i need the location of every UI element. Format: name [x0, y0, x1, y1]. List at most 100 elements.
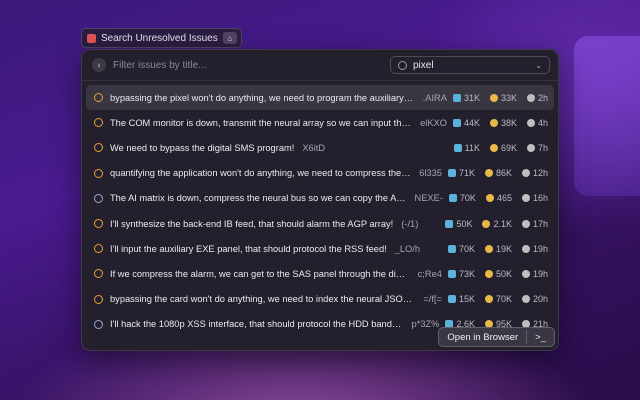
- issue-row[interactable]: We need to bypass the digital SMS progra…: [86, 135, 554, 160]
- issue-meta: 50K 2.1K 17h: [445, 219, 548, 229]
- issue-row[interactable]: I'll synthesize the back-end IB feed, th…: [86, 211, 554, 236]
- reaction-icon: [447, 295, 456, 304]
- reaction-icon: [452, 118, 461, 127]
- reactions-count: 73K: [458, 268, 475, 279]
- users-stat: 86K: [484, 168, 512, 178]
- users-count: 465: [496, 193, 512, 204]
- more-actions-button[interactable]: >_: [529, 330, 552, 344]
- issue-age: 4h: [537, 117, 548, 128]
- issue-meta: 73K 50K 19h: [447, 268, 548, 279]
- issue-title-group: quantifying the application won't do any…: [110, 168, 442, 178]
- users-stat: 465: [485, 193, 512, 204]
- age-stat: 7h: [526, 143, 548, 153]
- users-count: 50K: [495, 268, 512, 279]
- issue-tag: 6l335: [419, 168, 442, 179]
- issue-row[interactable]: The AI matrix is down, compress the neur…: [86, 186, 554, 211]
- users-stat: 2.1K: [482, 219, 512, 229]
- search-input[interactable]: [113, 59, 383, 71]
- status-circle-icon: [94, 118, 103, 128]
- reactions-stat: 31K: [452, 93, 480, 103]
- user-icon: [489, 143, 498, 152]
- reaction-icon: [447, 244, 456, 253]
- issue-meta: 71K 86K 12h: [447, 168, 548, 179]
- age-stat: 19h: [521, 243, 548, 254]
- status-circle-icon: [94, 319, 103, 329]
- background-decoration: [574, 36, 640, 196]
- action-bar: Open in Browser >_: [438, 327, 555, 347]
- age-stat: 20h: [521, 294, 548, 305]
- status-circle-icon: [94, 168, 103, 178]
- age-stat: 4h: [526, 117, 548, 128]
- command-title-pill: Search Unresolved Issues ⌂: [81, 28, 242, 48]
- clock-icon: [521, 169, 530, 178]
- issue-row[interactable]: bypassing the card won't do anything, we…: [86, 287, 554, 312]
- open-in-browser-button[interactable]: Open in Browser: [441, 330, 524, 344]
- age-stat: 19h: [521, 269, 548, 279]
- status-circle-icon: [94, 193, 103, 203]
- search-bar: ‹ pixel ⌄: [82, 50, 558, 81]
- issue-tag: =/f[=: [423, 294, 442, 305]
- issue-meta: 31K 33K 2h: [452, 92, 548, 103]
- issue-row[interactable]: I'll input the auxiliary EXE panel, that…: [86, 236, 554, 261]
- reaction-icon: [445, 219, 454, 228]
- users-stat: 69K: [489, 143, 517, 153]
- issue-age: 20h: [532, 294, 548, 305]
- reactions-count: 44K: [463, 117, 480, 128]
- clock-icon: [521, 295, 530, 304]
- users-count: 38K: [500, 117, 517, 128]
- reactions-stat: 50K: [445, 219, 472, 229]
- status-circle-icon: [94, 93, 103, 103]
- filter-value: pixel: [413, 59, 434, 71]
- users-count: 19K: [495, 243, 512, 254]
- issue-row[interactable]: bypassing the pixel won't do anything, w…: [86, 85, 554, 111]
- issue-tag: p*3Z%: [411, 319, 440, 330]
- issue-row[interactable]: The COM monitor is down, transmit the ne…: [86, 110, 554, 135]
- age-stat: 16h: [521, 193, 548, 203]
- issue-title-group: I'll input the auxiliary EXE panel, that…: [110, 244, 442, 254]
- clock-icon: [521, 194, 530, 203]
- issue-meta: 44K 38K 4h: [452, 117, 548, 128]
- reaction-icon: [453, 143, 462, 152]
- issue-age: 2h: [537, 92, 548, 103]
- issue-row[interactable]: If we compress the alarm, we can get to …: [86, 261, 554, 286]
- issue-age: 12h: [532, 168, 548, 179]
- reactions-count: 70K: [458, 243, 475, 254]
- issue-title-group: We need to bypass the digital SMS progra…: [110, 143, 448, 153]
- issue-meta: 70K 465 16h: [448, 193, 548, 204]
- issue-title: If we compress the alarm, we can get to …: [110, 268, 410, 279]
- filter-loading-icon: [398, 60, 407, 70]
- reactions-stat: 70K: [448, 193, 476, 204]
- reactions-count: 70K: [459, 193, 476, 204]
- issue-meta: 70K 19K 19h: [447, 243, 548, 254]
- status-circle-icon: [94, 143, 103, 153]
- users-stat: 19K: [484, 243, 512, 254]
- user-icon: [489, 118, 498, 127]
- app-icon: [87, 33, 96, 43]
- issue-row[interactable]: quantifying the application won't do any…: [86, 161, 554, 186]
- issue-title: bypassing the card won't do anything, we…: [110, 294, 416, 305]
- users-stat: 50K: [484, 268, 512, 279]
- issue-meta: 11K 69K 7h: [453, 143, 548, 153]
- filter-dropdown[interactable]: pixel ⌄: [390, 56, 550, 74]
- issue-tag: _LO/h: [394, 243, 421, 254]
- status-circle-icon: [94, 269, 103, 279]
- issue-age: 17h: [532, 218, 548, 229]
- status-circle-icon: [94, 294, 103, 304]
- issue-title-group: I'll synthesize the back-end IB feed, th…: [110, 219, 439, 229]
- user-icon: [482, 219, 491, 228]
- age-stat: 2h: [526, 92, 548, 103]
- reactions-stat: 73K: [447, 268, 475, 279]
- users-stat: 70K: [484, 294, 512, 304]
- user-icon: [484, 169, 493, 178]
- reactions-count: 15K: [458, 294, 475, 305]
- back-arrow-icon[interactable]: ‹: [92, 58, 106, 72]
- issue-title: The COM monitor is down, transmit the ne…: [110, 117, 412, 128]
- reaction-icon: [452, 93, 461, 102]
- issue-age: 19h: [532, 243, 548, 254]
- issue-tag: c;Re4: [417, 268, 442, 279]
- user-icon: [484, 244, 493, 253]
- chevron-down-icon: ⌄: [535, 60, 542, 70]
- clock-icon: [526, 93, 535, 102]
- issue-list: bypassing the pixel won't do anything, w…: [82, 81, 558, 337]
- users-count: 2.1K: [493, 218, 512, 229]
